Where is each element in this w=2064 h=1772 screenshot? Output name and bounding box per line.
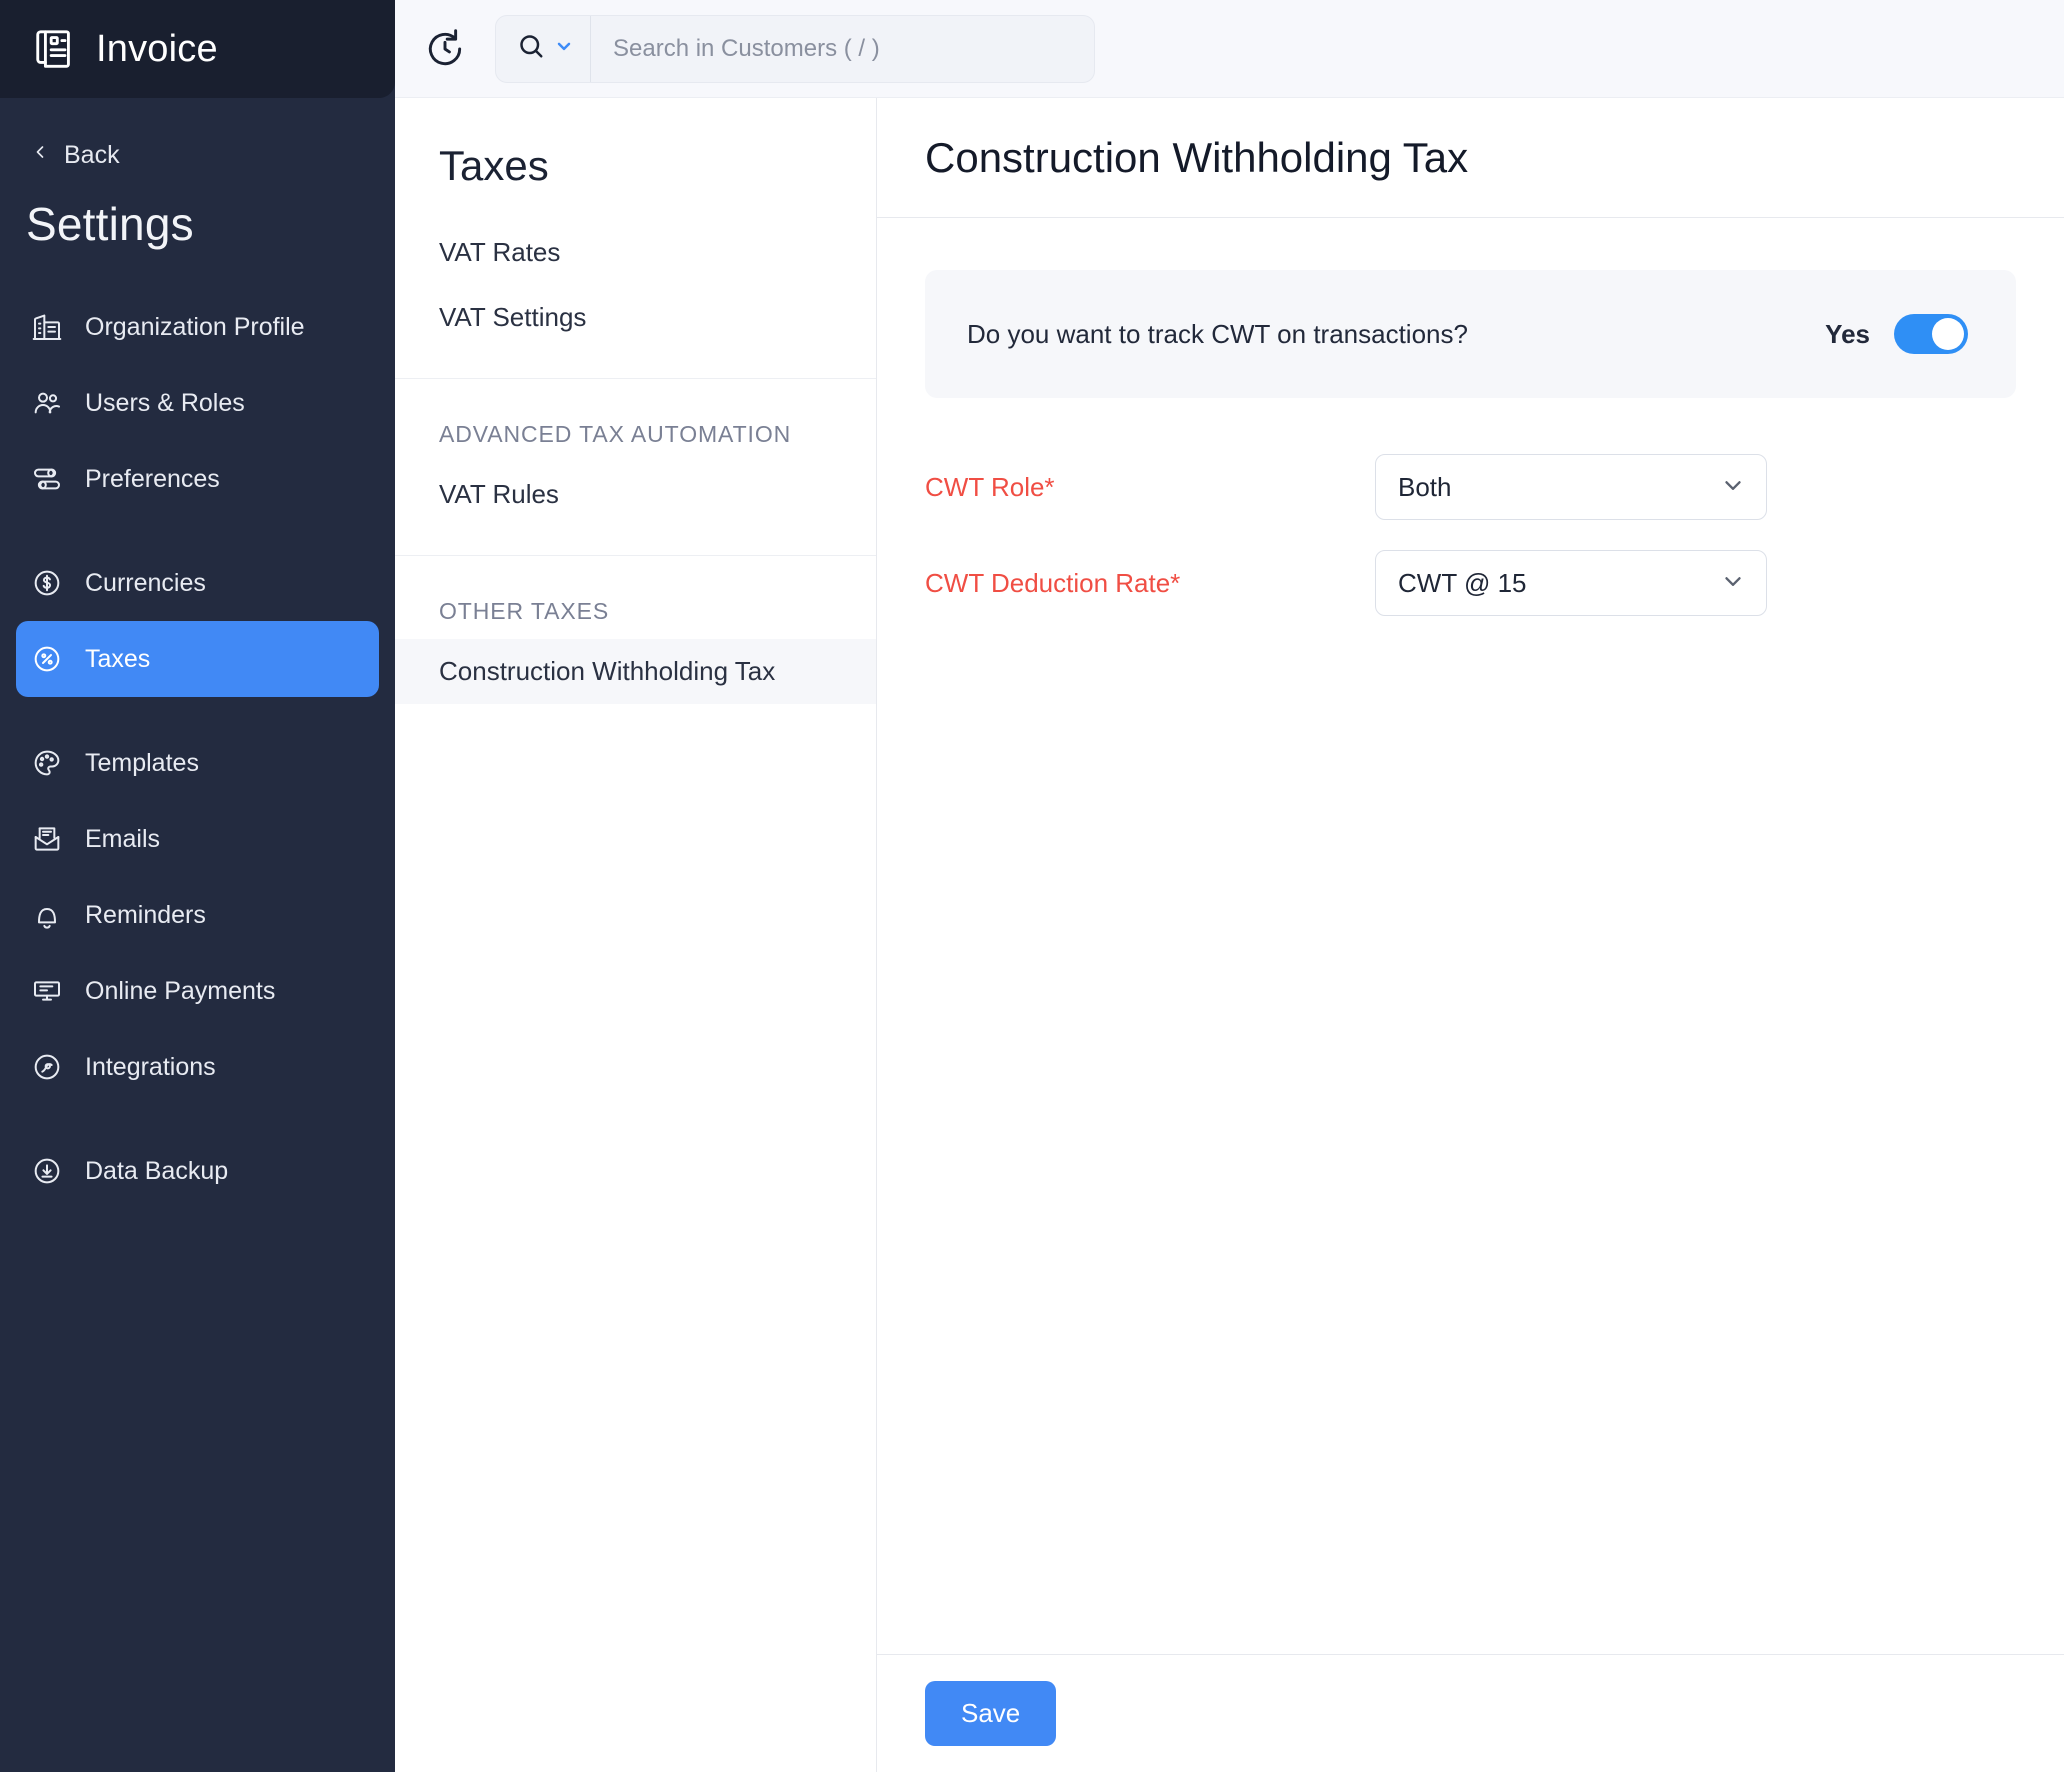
taxes-panel-title: Taxes	[439, 142, 549, 189]
sidebar-item-label: Integrations	[85, 1052, 216, 1081]
envelope-icon	[31, 823, 63, 855]
nav-group-communication: Templates Emails Reminders Online Paymen…	[0, 725, 395, 1105]
dollar-circle-icon	[31, 567, 63, 599]
tax-item-construction-withholding-tax[interactable]: Construction Withholding Tax	[395, 639, 876, 704]
save-button[interactable]: Save	[925, 1681, 1057, 1746]
top-bar	[395, 0, 2064, 98]
users-icon	[31, 387, 63, 419]
tax-item-vat-rates[interactable]: VAT Rates	[395, 220, 876, 285]
tax-section-advanced: ADVANCED TAX AUTOMATION VAT Rules	[395, 379, 876, 556]
sidebar-item-integrations[interactable]: Integrations	[16, 1029, 379, 1105]
cwt-toggle-state-label: Yes	[1825, 318, 1870, 349]
brand-header[interactable]: Invoice	[0, 0, 395, 98]
download-circle-icon	[31, 1155, 63, 1187]
tax-section-header-advanced: ADVANCED TAX AUTOMATION	[439, 421, 792, 447]
nav-divider-gap	[0, 1105, 395, 1133]
brand-title: Invoice	[96, 27, 218, 70]
sidebar-item-label: Reminders	[85, 900, 206, 929]
sidebar-item-preferences[interactable]: Preferences	[16, 441, 379, 517]
sidebar-item-label: Preferences	[85, 464, 220, 493]
main-content: Do you want to track CWT on transactions…	[877, 218, 2064, 1654]
nav-group-data: Data Backup	[0, 1133, 395, 1209]
sidebar-item-label: Taxes	[85, 644, 151, 673]
cwt-role-value: Both	[1398, 471, 1452, 502]
cwt-tracking-question: Do you want to track CWT on transactions…	[967, 318, 1468, 349]
sidebar-item-label: Templates	[85, 748, 199, 777]
invoice-document-icon	[32, 26, 78, 72]
left-sidebar: Invoice Back Settings Organization Profi…	[0, 0, 395, 1772]
building-icon	[31, 311, 63, 343]
integration-circle-icon	[31, 1051, 63, 1083]
body-columns: Taxes VAT Rates VAT Settings ADVANCED TA…	[395, 98, 2064, 1772]
sidebar-item-label: Data Backup	[85, 1156, 229, 1185]
search-scope-dropdown[interactable]	[496, 15, 591, 82]
back-button[interactable]: Back	[0, 98, 395, 171]
chevron-down-icon	[554, 36, 574, 61]
sliders-icon	[31, 463, 63, 495]
tax-item-vat-rules[interactable]: VAT Rules	[395, 462, 876, 527]
cwt-tracking-toggle[interactable]	[1894, 314, 1968, 354]
nav-group-finance: Currencies Taxes	[0, 545, 395, 697]
back-label: Back	[64, 141, 120, 169]
sidebar-item-data-backup[interactable]: Data Backup	[16, 1133, 379, 1209]
tax-section-other: OTHER TAXES Construction Withholding Tax	[395, 556, 876, 732]
chevron-down-icon	[1720, 568, 1746, 599]
cwt-tracking-card: Do you want to track CWT on transactions…	[925, 270, 2016, 398]
cwt-role-label: CWT Role*	[925, 471, 1055, 502]
card-monitor-icon	[31, 975, 63, 1007]
sidebar-item-label: Online Payments	[85, 976, 276, 1005]
main-header: Construction Withholding Tax	[877, 98, 2064, 218]
cwt-role-select[interactable]: Both	[1375, 454, 1767, 520]
sidebar-item-reminders[interactable]: Reminders	[16, 877, 379, 953]
tax-section-vat: VAT Rates VAT Settings	[395, 190, 876, 379]
global-search-box[interactable]	[495, 14, 1095, 83]
cwt-deduction-rate-label: CWT Deduction Rate*	[925, 567, 1181, 598]
main-title: Construction Withholding Tax	[925, 133, 1469, 181]
palette-icon	[31, 747, 63, 779]
sidebar-item-templates[interactable]: Templates	[16, 725, 379, 801]
sidebar-item-label: Users & Roles	[85, 388, 245, 417]
nav-group-general: Organization Profile Users & Roles Prefe…	[0, 289, 395, 517]
sidebar-item-users-roles[interactable]: Users & Roles	[16, 365, 379, 441]
right-region: Taxes VAT Rates VAT Settings ADVANCED TA…	[395, 0, 2064, 1772]
tax-section-header-other: OTHER TAXES	[439, 598, 610, 624]
sidebar-item-label: Emails	[85, 824, 161, 853]
sidebar-item-online-payments[interactable]: Online Payments	[16, 953, 379, 1029]
toggle-knob	[1932, 318, 1964, 350]
settings-nav: Organization Profile Users & Roles Prefe…	[0, 289, 395, 1209]
sidebar-item-organization-profile[interactable]: Organization Profile	[16, 289, 379, 365]
cwt-form: CWT Role* Both CWT Deduction Rate* CWT @…	[925, 454, 2016, 616]
app-root: Invoice Back Settings Organization Profi…	[0, 0, 2064, 1772]
history-refresh-icon[interactable]	[423, 27, 467, 71]
nav-divider-gap	[0, 697, 395, 725]
search-icon	[516, 31, 546, 66]
main-panel: Construction Withholding Tax Do you want…	[877, 98, 2064, 1772]
chevron-down-icon	[1720, 472, 1746, 503]
search-input[interactable]	[591, 15, 1094, 82]
main-footer: Save	[877, 1654, 2064, 1772]
cwt-deduction-rate-select[interactable]: CWT @ 15	[1375, 550, 1767, 616]
form-row-cwt-deduction-rate: CWT Deduction Rate* CWT @ 15	[925, 550, 2016, 616]
form-row-cwt-role: CWT Role* Both	[925, 454, 2016, 520]
cwt-deduction-rate-value: CWT @ 15	[1398, 567, 1527, 598]
cwt-tracking-control: Yes	[1825, 314, 1968, 354]
tax-item-vat-settings[interactable]: VAT Settings	[395, 285, 876, 350]
taxes-list-panel: Taxes VAT Rates VAT Settings ADVANCED TA…	[395, 98, 877, 1772]
page-title: Settings	[26, 198, 194, 250]
chevron-left-icon	[30, 140, 50, 171]
bell-icon	[31, 899, 63, 931]
sidebar-item-emails[interactable]: Emails	[16, 801, 379, 877]
sidebar-item-currencies[interactable]: Currencies	[16, 545, 379, 621]
percent-circle-icon	[31, 643, 63, 675]
sidebar-item-label: Currencies	[85, 568, 206, 597]
nav-divider-gap	[0, 517, 395, 545]
sidebar-item-taxes[interactable]: Taxes	[16, 621, 379, 697]
sidebar-item-label: Organization Profile	[85, 312, 305, 341]
